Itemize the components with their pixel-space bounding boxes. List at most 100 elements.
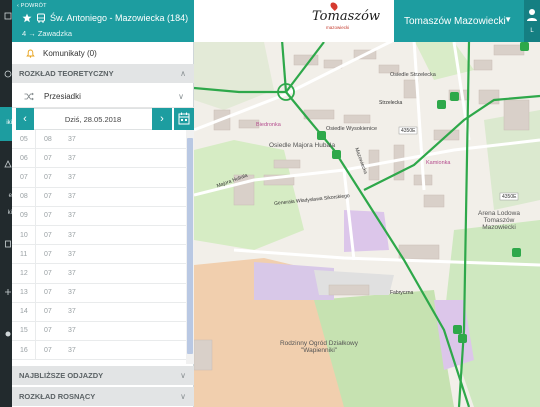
table-row: 06 07 37	[12, 149, 186, 169]
stop-title-row: Św. Antoniego - Mazowiecka (184)	[22, 13, 188, 23]
chevron-down-icon: ∨	[180, 371, 186, 380]
corner-button[interactable]: L	[524, 0, 540, 42]
rail-label-e: e	[8, 193, 12, 199]
city-select-label: Tomaszów Mazowiecki	[404, 15, 506, 27]
przesiadki-row[interactable]: Przesiadki ∨	[12, 86, 194, 108]
back-link[interactable]: ‹ POWRÓT	[17, 3, 47, 9]
hour-cell: 12	[12, 264, 36, 283]
table-row: 16 07 37	[12, 341, 186, 361]
rail-icon-6[interactable]	[0, 330, 12, 340]
minute-cell: 37	[68, 193, 76, 201]
table-row: 15 07 37	[12, 321, 186, 342]
minute-cell: 37	[68, 327, 76, 335]
table-row: 11 07 37	[12, 245, 186, 265]
komunikaty-label: Komunikaty (0)	[43, 48, 97, 58]
map-label-osiedle-majora: Osiedle Majora Hubala	[269, 142, 336, 149]
calendar-icon	[178, 112, 190, 125]
left-rail: iki e ki	[0, 0, 12, 407]
minute-cell: 37	[68, 212, 76, 220]
minute-cell: 07	[44, 346, 52, 354]
map[interactable]: Osiedle Strzelecka Osiedle Wysokienice O…	[194, 0, 540, 407]
logo-subtitle: mazowiecki	[326, 25, 350, 30]
minute-cell: 07	[44, 231, 52, 239]
timetable: 05 08 37 06 07 37 07 07 37 08 07 37 09 07 37 10 07 3…	[12, 130, 186, 364]
hour-cell: 14	[12, 302, 36, 321]
caret-down-icon: ▼	[504, 15, 512, 24]
rail-icon-3[interactable]	[0, 160, 12, 170]
minute-cell: 07	[44, 212, 52, 220]
city-select[interactable]: Tomaszów Mazowiecki ▼	[394, 0, 524, 42]
minute-cell: 07	[44, 173, 52, 181]
star-icon[interactable]	[22, 13, 32, 23]
minute-cell: 07	[44, 154, 52, 162]
rozklad-teoretyczny-header[interactable]: ROZKŁAD TEORETYCZNY ∧	[12, 64, 194, 83]
minute-cell: 37	[68, 135, 76, 143]
stop-header: ‹ POWRÓT Św. Antoniego - Mazowiecka (184…	[12, 0, 194, 42]
map-canvas	[194, 0, 540, 407]
komunikaty-row[interactable]: Komunikaty (0)	[12, 42, 194, 64]
next-day-button[interactable]: ›	[152, 108, 172, 130]
map-label-osiedle-strzelecka: Osiedle Strzelecka	[390, 72, 436, 78]
minute-cell: 37	[68, 250, 76, 258]
table-row: 09 07 37	[12, 206, 186, 226]
table-row: 14 07 37	[12, 302, 186, 322]
map-label-4350e-b: 4350E	[502, 194, 517, 200]
logo-area: Tomaszów mazowiecki	[194, 0, 394, 42]
map-label-fabryczna: Fabryczna	[390, 290, 414, 296]
prev-day-button[interactable]: ‹	[16, 108, 34, 130]
hour-cell: 06	[12, 149, 36, 168]
direction-label: 4 → Zawadzka	[22, 29, 73, 38]
rozklad-rosnacy-header[interactable]: ROZKŁAD ROSNĄCY ∨	[12, 387, 194, 406]
rozklad-rosnacy-label: ROZKŁAD ROSNĄCY	[19, 392, 96, 401]
calendar-button[interactable]	[174, 108, 194, 130]
chevron-down-icon: ∨	[180, 392, 186, 401]
hour-cell: 09	[12, 206, 36, 225]
app-root: iki e ki ‹ POWRÓT Św. Antoniego - Mazowi…	[0, 0, 540, 407]
chevron-down-icon: ∨	[178, 92, 184, 101]
minute-cell: 37	[68, 346, 76, 354]
table-row: 08 07 37	[12, 187, 186, 207]
date-bar: ‹ Dziś, 28.05.2018 ›	[12, 108, 194, 130]
przesiadki-label: Przesiadki	[44, 92, 81, 101]
map-label-strzelecka: Strzelecka	[379, 100, 403, 106]
rail-icon-2[interactable]	[0, 70, 12, 80]
minute-cell: 37	[68, 308, 76, 316]
table-row: 05 08 37	[12, 130, 186, 150]
najblizsze-odjazdy-label: NAJBLIŻSZE ODJAZDY	[19, 371, 104, 380]
back-label: POWRÓT	[20, 3, 47, 9]
map-label-kamionka: Kamionka	[426, 160, 451, 166]
najblizsze-odjazdy-header[interactable]: NAJBLIŻSZE ODJAZDY ∨	[12, 366, 194, 385]
table-row: 10 07 37	[12, 225, 186, 246]
minute-cell: 08	[44, 135, 52, 143]
minute-cell: 37	[68, 231, 76, 239]
minute-cell: 07	[44, 289, 52, 297]
minute-cell: 37	[68, 269, 76, 277]
map-label-biedronka: Biedronka	[256, 122, 281, 128]
hour-cell: 05	[12, 130, 36, 149]
rail-icon-4[interactable]	[0, 240, 12, 250]
rail-icon-5[interactable]	[0, 288, 12, 298]
map-label-osiedle-wysokienice: Osiedle Wysokienice	[326, 126, 377, 132]
hour-cell: 08	[12, 187, 36, 206]
map-label-4350e: 4350E	[401, 128, 416, 134]
shuffle-icon	[24, 92, 34, 101]
logo-text: Tomaszów	[312, 9, 381, 24]
rail-icon-top[interactable]	[0, 12, 12, 22]
corner-label: L	[530, 28, 534, 34]
table-row: 12 07 37	[12, 264, 186, 284]
map-label-arena: Arena Lodowa Tomaszów Mazowiecki	[478, 210, 520, 231]
map-label-ogrod: Rodzinny Ogród Działkowy "Wapienniki"	[279, 340, 359, 354]
hour-cell: 10	[12, 225, 36, 245]
rail-active-label: iki	[6, 120, 12, 126]
chevron-up-icon: ∧	[180, 69, 186, 78]
bell-icon	[26, 49, 35, 58]
table-row: 07 07 37	[12, 168, 186, 188]
rozklad-teoretyczny-label: ROZKŁAD TEORETYCZNY	[19, 69, 114, 78]
hour-cell: 15	[12, 321, 36, 341]
minute-cell: 07	[44, 193, 52, 201]
scrollbar-thumb[interactable]	[187, 138, 193, 354]
hour-cell: 11	[12, 245, 36, 264]
rail-label-ki: ki	[7, 210, 12, 216]
minute-cell: 37	[68, 154, 76, 162]
minute-cell: 37	[68, 289, 76, 297]
